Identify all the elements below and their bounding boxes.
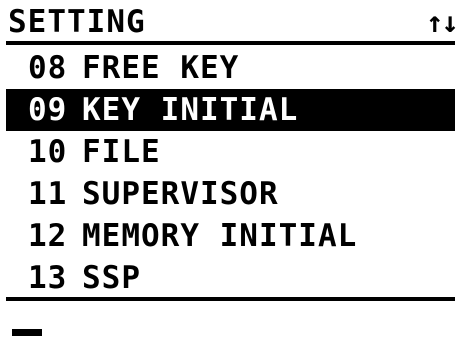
menu-item-memory-initial[interactable]: 12 MEMORY INITIAL <box>6 215 455 257</box>
menu-item-label: MEMORY INITIAL <box>82 218 358 254</box>
menu-item-number: 12 <box>28 218 68 254</box>
menu-item-free-key[interactable]: 08 FREE KEY <box>6 47 455 89</box>
menu-item-number: 09 <box>28 92 68 128</box>
menu-item-label: KEY INITIAL <box>82 92 299 128</box>
menu-item-label: SSP <box>82 260 141 296</box>
menu-item-number: 08 <box>28 50 68 86</box>
menu-header: SETTING ↑↓ <box>6 2 461 42</box>
menu-item-key-initial[interactable]: 09 KEY INITIAL <box>6 89 455 131</box>
menu-item-ssp[interactable]: 13 SSP <box>6 257 455 299</box>
footer-divider <box>6 297 455 301</box>
menu-item-file[interactable]: 10 FILE <box>6 131 455 173</box>
cursor-indicator <box>12 329 42 336</box>
scroll-arrows-icon[interactable]: ↑↓ <box>426 4 459 40</box>
menu-item-number: 11 <box>28 176 68 212</box>
menu-title: SETTING <box>8 4 146 40</box>
menu-item-number: 13 <box>28 260 68 296</box>
menu-item-number: 10 <box>28 134 68 170</box>
header-divider <box>6 41 455 45</box>
settings-menu-list: 08 FREE KEY 09 KEY INITIAL 10 FILE 11 SUPERV… <box>6 47 455 299</box>
menu-item-label: FREE KEY <box>82 50 240 86</box>
entry-line[interactable] <box>6 303 455 339</box>
menu-item-label: SUPERVISOR <box>82 176 279 212</box>
menu-item-supervisor[interactable]: 11 SUPERVISOR <box>6 173 455 215</box>
menu-item-label: FILE <box>82 134 161 170</box>
setting-screen: SETTING ↑↓ 08 FREE KEY 09 KEY INITIAL 10 FI… <box>0 0 461 342</box>
